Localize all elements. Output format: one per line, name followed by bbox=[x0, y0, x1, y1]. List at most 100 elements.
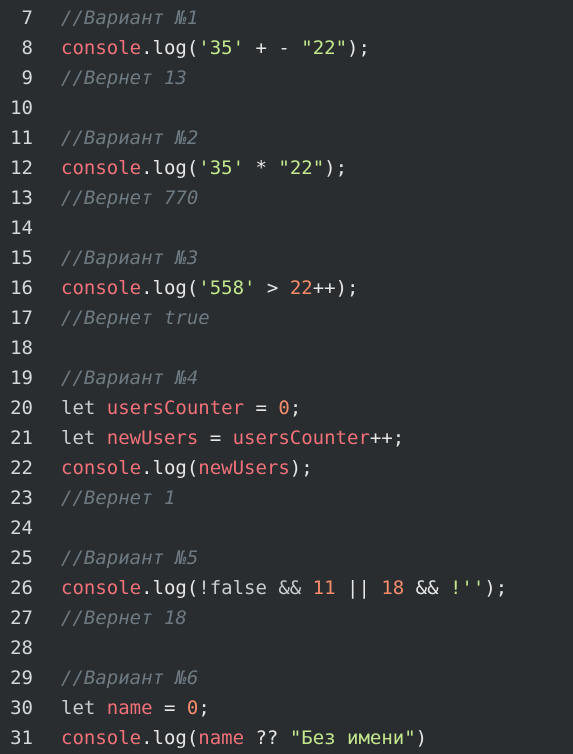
code-text[interactable] bbox=[33, 333, 61, 363]
code-line: 28 bbox=[0, 633, 573, 663]
code-text[interactable]: //Вариант №4 bbox=[33, 363, 198, 393]
code-token-var: newUsers bbox=[106, 427, 199, 449]
code-text[interactable]: //Вернет 770 bbox=[33, 183, 198, 213]
code-token-plain: ) bbox=[415, 727, 428, 749]
line-number: 29 bbox=[10, 667, 33, 689]
code-token-comment: //Вернет true bbox=[61, 307, 210, 329]
line-number: 15 bbox=[10, 247, 33, 269]
code-text[interactable]: //Вернет 18 bbox=[33, 603, 187, 633]
code-token-var: usersCounter bbox=[106, 397, 245, 419]
code-text[interactable] bbox=[33, 633, 61, 663]
line-number: 18 bbox=[10, 337, 33, 359]
code-text[interactable]: let name = 0; bbox=[33, 693, 210, 723]
code-token-kw: let bbox=[61, 427, 107, 449]
code-token-plain: ); bbox=[347, 37, 370, 59]
code-text[interactable]: console.log('558' > 22++); bbox=[33, 273, 358, 303]
code-line: 24 bbox=[0, 513, 573, 543]
code-token-str: "22" bbox=[278, 157, 325, 179]
code-text[interactable]: console.log(name ?? "Без имени") bbox=[33, 723, 427, 753]
line-number: 24 bbox=[10, 517, 33, 539]
code-line: 15 //Вариант №3 bbox=[0, 243, 573, 273]
code-token-var: usersCounter bbox=[232, 427, 370, 449]
code-line: 17 //Вернет true bbox=[0, 303, 573, 333]
code-line: 9 //Вернет 13 bbox=[0, 63, 573, 93]
code-text[interactable]: let usersCounter = 0; bbox=[33, 393, 301, 423]
code-token-plain: .log( bbox=[141, 727, 199, 749]
code-line: 16 console.log('558' > 22++); bbox=[0, 273, 573, 303]
code-text[interactable]: console.log(!false && 11 || 18 && !''); bbox=[33, 573, 507, 603]
code-token-kw: let bbox=[61, 697, 107, 719]
code-token-str: '35' bbox=[198, 37, 245, 59]
code-token-op: * bbox=[244, 157, 279, 179]
code-token-fn: console bbox=[61, 727, 142, 749]
code-text[interactable]: //Вернет 13 bbox=[33, 63, 187, 93]
code-token-comment: //Вариант №5 bbox=[61, 547, 199, 569]
code-token-plain: ); bbox=[289, 457, 313, 479]
code-token-plain: ; bbox=[198, 697, 210, 719]
code-token-var: name bbox=[106, 697, 153, 719]
code-line: 8 console.log('35' + - "22"); bbox=[0, 33, 573, 63]
code-token-num: 0 bbox=[278, 397, 290, 419]
line-number: 20 bbox=[10, 397, 33, 419]
code-line: 11 //Вариант №2 bbox=[0, 123, 573, 153]
code-text[interactable]: let newUsers = usersCounter++; bbox=[33, 423, 404, 453]
code-text[interactable]: //Вернет true bbox=[33, 303, 210, 333]
code-text[interactable]: //Вариант №1 bbox=[33, 3, 198, 33]
code-token-plain: .log( bbox=[141, 457, 199, 479]
line-number: 9 bbox=[21, 67, 33, 89]
code-text[interactable]: //Вариант №6 bbox=[33, 663, 198, 693]
code-token-fn: console bbox=[61, 157, 142, 179]
code-token-str: '35' bbox=[198, 157, 245, 179]
code-text[interactable]: //Вернет 1 bbox=[33, 483, 175, 513]
code-line: 7 //Вариант №1 bbox=[0, 3, 573, 33]
code-line: 14 bbox=[0, 213, 573, 243]
code-token-kw: !false && bbox=[198, 577, 313, 599]
code-text[interactable]: //Вариант №2 bbox=[33, 123, 198, 153]
code-token-op: = bbox=[198, 427, 233, 449]
code-token-plain: ; bbox=[289, 397, 302, 419]
code-text[interactable]: console.log(newUsers); bbox=[33, 453, 313, 483]
line-number: 22 bbox=[10, 457, 33, 479]
code-token-comment: //Вариант №4 bbox=[61, 367, 199, 389]
code-line: 20 let usersCounter = 0; bbox=[0, 393, 573, 423]
line-number: 11 bbox=[10, 127, 33, 149]
code-line: 31 console.log(name ?? "Без имени") bbox=[0, 723, 573, 753]
code-line: 12 console.log('35' * "22"); bbox=[0, 153, 573, 183]
line-number: 31 bbox=[10, 727, 33, 749]
code-text[interactable] bbox=[33, 93, 61, 123]
code-token-str: "22" bbox=[301, 37, 348, 59]
line-number: 13 bbox=[10, 187, 33, 209]
code-token-plain: .log( bbox=[141, 37, 199, 59]
code-token-comment: //Вариант №6 bbox=[61, 667, 199, 689]
code-token-num: 22 bbox=[289, 277, 313, 299]
code-line: 22 console.log(newUsers); bbox=[0, 453, 573, 483]
code-token-plain: ++; bbox=[369, 427, 405, 449]
code-token-op: && bbox=[404, 577, 450, 599]
code-editor[interactable]: 7//Вариант №1 8 console.log('35' + - "22")… bbox=[0, 0, 573, 754]
line-number: 26 bbox=[10, 577, 33, 599]
code-text[interactable]: console.log('35' * "22"); bbox=[33, 153, 347, 183]
line-number: 23 bbox=[10, 487, 33, 509]
code-text[interactable]: //Вариант №5 bbox=[33, 543, 198, 573]
code-token-comment: //Вернет 13 bbox=[61, 67, 187, 89]
code-line: 18 bbox=[0, 333, 573, 363]
line-number: 25 bbox=[10, 547, 33, 569]
code-line: 21 let newUsers = usersCounter++; bbox=[0, 423, 573, 453]
code-token-str: "Без имени" bbox=[289, 727, 416, 749]
code-text[interactable]: //Вариант №3 bbox=[33, 243, 198, 273]
code-token-plain: .log( bbox=[141, 277, 199, 299]
code-token-num: 11 bbox=[312, 577, 336, 599]
code-token-comment: //Вернет 18 bbox=[61, 607, 187, 629]
code-text[interactable]: console.log('35' + - "22"); bbox=[33, 33, 370, 63]
code-text[interactable] bbox=[33, 513, 61, 543]
line-number: 7 bbox=[21, 7, 33, 29]
code-token-op: || bbox=[335, 577, 382, 599]
code-token-comment: //Вернет 770 bbox=[61, 187, 199, 209]
code-token-var: name bbox=[198, 727, 245, 749]
code-token-str: '558' bbox=[198, 277, 256, 299]
code-text[interactable] bbox=[33, 213, 61, 243]
code-token-str: !'' bbox=[449, 577, 485, 599]
code-token-plain: ); bbox=[484, 577, 508, 599]
code-line: 26 console.log(!false && 11 || 18 && !'')… bbox=[0, 573, 573, 603]
code-token-comment: //Вернет 1 bbox=[61, 487, 176, 509]
